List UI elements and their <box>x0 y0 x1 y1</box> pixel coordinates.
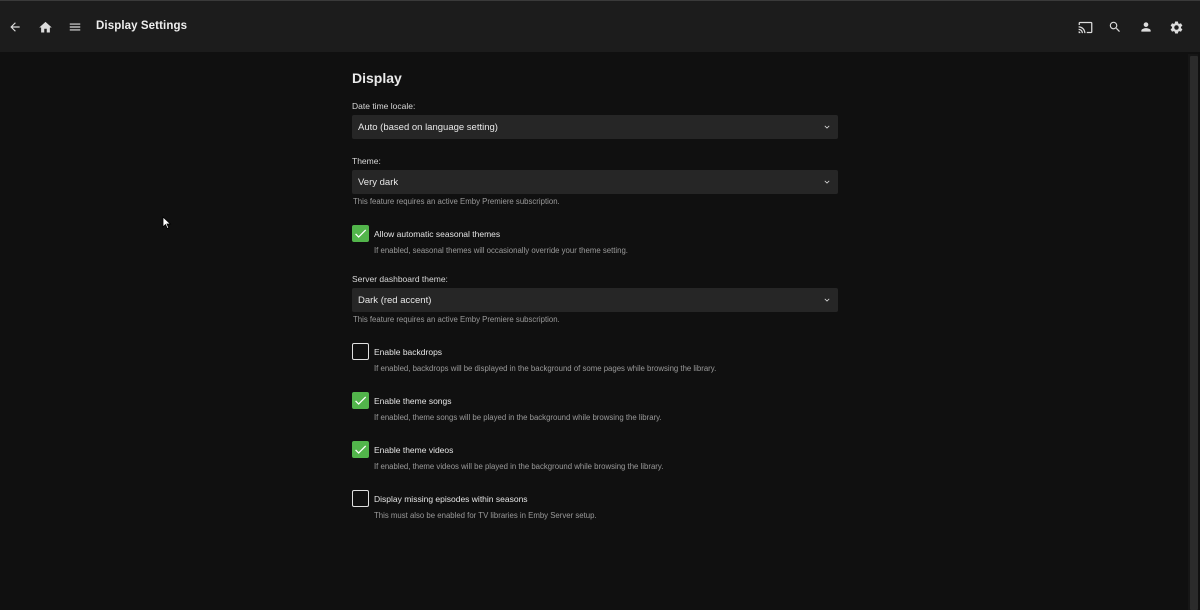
seasonal-themes-checkbox[interactable] <box>352 225 369 242</box>
theme-songs-row: Enable theme songs If enabled, theme son… <box>352 392 838 424</box>
missing-episodes-row: Display missing episodes within seasons … <box>352 490 838 522</box>
home-button[interactable] <box>30 12 60 42</box>
dashboard-theme-select[interactable]: Dark (red accent) <box>352 288 838 312</box>
page-title: Display Settings <box>96 20 188 32</box>
search-icon <box>1109 21 1120 32</box>
chevron-down-icon <box>824 125 830 129</box>
dashboard-theme-value: Dark (red accent) <box>358 294 432 306</box>
user-icon <box>1141 22 1151 32</box>
gear-icon <box>1170 20 1182 33</box>
search-button[interactable] <box>1100 12 1130 42</box>
app-header: Display Settings <box>0 0 1200 52</box>
backdrops-row: Enable backdrops If enabled, backdrops w… <box>352 343 838 375</box>
missing-episodes-checkbox[interactable] <box>352 490 369 507</box>
backdrops-label[interactable]: Enable backdrops <box>374 347 442 357</box>
date-locale-label: Date time locale: <box>352 101 416 111</box>
theme-videos-checkbox[interactable] <box>352 441 369 458</box>
date-locale-select[interactable]: Auto (based on language setting) <box>352 115 838 139</box>
theme-videos-help: If enabled, theme videos will be played … <box>374 462 664 471</box>
missing-episodes-label[interactable]: Display missing episodes within seasons <box>374 494 528 504</box>
vertical-scrollbar[interactable] <box>1188 54 1198 610</box>
checkmark-icon <box>355 396 367 405</box>
hamburger-menu-icon <box>69 23 81 31</box>
menu-button[interactable] <box>60 12 90 42</box>
seasonal-themes-label[interactable]: Allow automatic seasonal themes <box>374 229 500 239</box>
mouse-cursor-icon <box>162 216 172 230</box>
home-icon <box>38 21 52 32</box>
section-heading: Display <box>352 70 402 86</box>
theme-help-text: This feature requires an active Emby Pre… <box>353 197 560 206</box>
theme-songs-label[interactable]: Enable theme songs <box>374 396 452 406</box>
seasonal-themes-help: If enabled, seasonal themes will occasio… <box>374 246 628 255</box>
checkmark-icon <box>355 229 367 238</box>
seasonal-themes-row: Allow automatic seasonal themes If enabl… <box>352 225 838 257</box>
scrollbar-thumb[interactable] <box>1190 56 1198 610</box>
user-button[interactable] <box>1131 12 1161 42</box>
back-button[interactable] <box>0 12 30 42</box>
backdrops-help: If enabled, backdrops will be displayed … <box>374 364 717 373</box>
date-locale-value: Auto (based on language setting) <box>358 121 498 133</box>
theme-videos-row: Enable theme videos If enabled, theme vi… <box>352 441 838 473</box>
theme-select[interactable]: Very dark <box>352 170 838 194</box>
chevron-down-icon <box>824 180 830 184</box>
theme-videos-label[interactable]: Enable theme videos <box>374 445 453 455</box>
backdrops-checkbox[interactable] <box>352 343 369 360</box>
cast-button[interactable] <box>1070 12 1100 42</box>
chevron-down-icon <box>824 298 830 302</box>
dashboard-theme-label: Server dashboard theme: <box>352 274 448 284</box>
dashboard-theme-help-text: This feature requires an active Emby Pre… <box>353 315 560 324</box>
settings-button[interactable] <box>1161 12 1191 42</box>
cast-icon <box>1078 21 1092 33</box>
theme-songs-help: If enabled, theme songs will be played i… <box>374 413 662 422</box>
checkmark-icon <box>355 445 367 454</box>
theme-songs-checkbox[interactable] <box>352 392 369 409</box>
missing-episodes-help: This must also be enabled for TV librari… <box>374 511 597 520</box>
back-arrow-icon <box>10 22 20 32</box>
theme-value: Very dark <box>358 176 399 188</box>
theme-label: Theme: <box>352 156 381 166</box>
